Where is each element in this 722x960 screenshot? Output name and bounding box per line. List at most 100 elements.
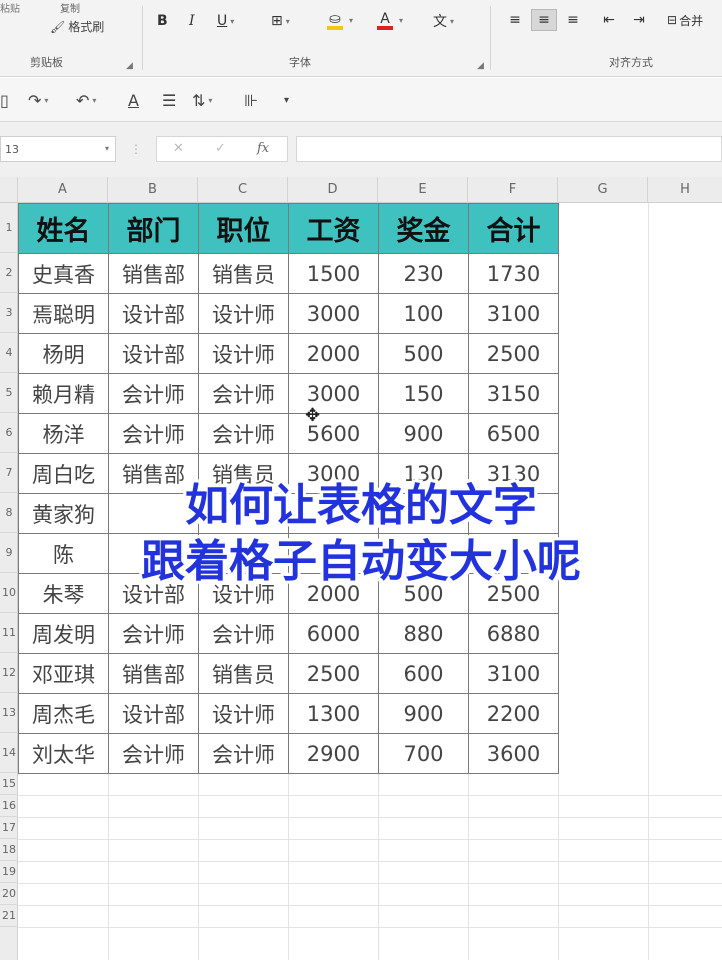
paste-button[interactable]: 粘贴 — [0, 0, 20, 15]
table-cell[interactable]: 2900 — [288, 733, 379, 774]
row-header[interactable]: 14 — [0, 733, 18, 773]
table-cell[interactable]: 100 — [378, 293, 469, 334]
table-cell[interactable]: 赖月精 — [18, 373, 109, 414]
table-cell[interactable] — [198, 533, 289, 574]
table-cell[interactable]: 900 — [378, 693, 469, 734]
table-cell[interactable]: 700 — [378, 733, 469, 774]
name-box[interactable]: 13 ▾ — [0, 136, 116, 162]
table-cell[interactable]: 2200 — [468, 693, 559, 734]
column-header-f[interactable]: F — [468, 177, 558, 203]
table-cell[interactable]: 130 — [378, 453, 469, 494]
pinyin-button[interactable]: 文 ▾ — [433, 10, 454, 32]
table-cell[interactable]: 3150 — [468, 373, 559, 414]
align-right-icon[interactable]: ≡ — [561, 9, 585, 31]
table-cell[interactable]: 邓亚琪 — [18, 653, 109, 694]
table-cell[interactable] — [288, 533, 379, 574]
table-cell[interactable]: 会计师 — [198, 733, 289, 774]
table-cell[interactable]: 6880 — [468, 613, 559, 654]
table-cell[interactable]: 会计师 — [198, 613, 289, 654]
table-cell[interactable]: 杨明 — [18, 333, 109, 374]
column-header-d[interactable]: D — [288, 177, 378, 203]
table-cell[interactable]: 6500 — [468, 413, 559, 454]
row-header[interactable]: 5 — [0, 373, 18, 413]
confirm-icon[interactable]: ✓ — [215, 141, 226, 156]
font-color-button[interactable]: A — [377, 10, 393, 32]
row-header[interactable]: 9 — [0, 533, 18, 573]
row-header[interactable]: 8 — [0, 493, 18, 533]
column-header-c[interactable]: C — [198, 177, 288, 203]
filter-icon[interactable]: ⊪ — [244, 88, 258, 112]
table-cell[interactable]: 1500 — [288, 253, 379, 294]
row-header[interactable]: 6 — [0, 413, 18, 453]
table-cell[interactable] — [378, 493, 469, 534]
table-cell[interactable] — [288, 493, 379, 534]
row-header[interactable]: 10 — [0, 573, 18, 613]
row-header[interactable]: 12 — [0, 653, 18, 693]
table-cell[interactable]: 会计师 — [198, 373, 289, 414]
cancel-icon[interactable]: ✕ — [173, 141, 184, 156]
table-cell[interactable]: 会计师 — [108, 373, 199, 414]
header-cell[interactable]: 工资 — [288, 203, 379, 254]
table-cell[interactable]: 焉聪明 — [18, 293, 109, 334]
italic-button[interactable]: I — [189, 10, 195, 32]
table-cell[interactable]: 3100 — [468, 653, 559, 694]
table-cell[interactable]: 设计部 — [108, 293, 199, 334]
row-header[interactable]: 21 — [0, 905, 18, 927]
table-cell[interactable]: 会计师 — [108, 733, 199, 774]
decrease-indent-icon[interactable]: ⇤ — [597, 9, 621, 31]
chevron-down-icon[interactable]: ▾ — [349, 16, 353, 25]
format-painter-button[interactable]: 🖌 格式刷 — [50, 18, 104, 35]
table-cell[interactable] — [378, 533, 469, 574]
clipboard-launcher-icon[interactable]: ◢ — [126, 61, 133, 71]
table-cell[interactable] — [108, 493, 199, 534]
table-cell[interactable]: 销售部 — [108, 253, 199, 294]
header-cell[interactable]: 职位 — [198, 203, 289, 254]
copy-button[interactable]: 复制 — [60, 0, 80, 15]
header-cell[interactable]: 合计 — [468, 203, 559, 254]
row-header[interactable]: 13 — [0, 693, 18, 733]
spreadsheet-grid[interactable]: A B C D E F G H 1 2 3 4 5 6 7 8 9 10 11 … — [0, 177, 722, 960]
font-size-increase-icon[interactable]: A — [128, 88, 139, 112]
increase-indent-icon[interactable]: ⇥ — [627, 9, 651, 31]
table-cell[interactable]: 2000 — [288, 573, 379, 614]
customize-toolbar-icon[interactable]: ▾ — [284, 88, 289, 112]
undo-button[interactable]: ↶ ▾ — [76, 88, 96, 112]
header-cell[interactable]: 部门 — [108, 203, 199, 254]
row-header[interactable]: 2 — [0, 253, 18, 293]
table-cell[interactable]: 1300 — [288, 693, 379, 734]
sort-button[interactable]: ⇅ ▾ — [192, 88, 212, 112]
row-header[interactable]: 4 — [0, 333, 18, 373]
table-cell[interactable]: 黄家狗 — [18, 493, 109, 534]
column-header-a[interactable]: A — [18, 177, 108, 203]
table-cell[interactable]: 设计师 — [198, 693, 289, 734]
table-cell[interactable]: 会计师 — [108, 413, 199, 454]
row-header[interactable]: 18 — [0, 839, 18, 861]
column-header-h[interactable]: H — [648, 177, 722, 203]
table-cell[interactable]: 销售员 — [198, 653, 289, 694]
table-cell[interactable]: 6000 — [288, 613, 379, 654]
table-cell[interactable]: 设计师 — [198, 573, 289, 614]
table-cell[interactable]: 1730 — [468, 253, 559, 294]
table-cell[interactable]: 周白吃 — [18, 453, 109, 494]
table-cell[interactable]: 3000 — [288, 453, 379, 494]
align-left-icon[interactable]: ≡ — [503, 9, 527, 31]
header-cell[interactable]: 奖金 — [378, 203, 469, 254]
column-header-b[interactable]: B — [108, 177, 198, 203]
table-cell[interactable]: 880 — [378, 613, 469, 654]
row-header[interactable]: 19 — [0, 861, 18, 883]
table-cell[interactable]: 会计师 — [108, 613, 199, 654]
table-cell[interactable] — [468, 493, 559, 534]
redo-button[interactable]: ↷ ▾ — [28, 88, 48, 112]
table-cell[interactable]: 3000 — [288, 373, 379, 414]
table-cell[interactable]: 3100 — [468, 293, 559, 334]
table-cell[interactable]: 900 — [378, 413, 469, 454]
table-cell[interactable]: 500 — [378, 333, 469, 374]
table-cell[interactable]: 230 — [378, 253, 469, 294]
font-launcher-icon[interactable]: ◢ — [477, 61, 484, 71]
row-header[interactable]: 7 — [0, 453, 18, 493]
table-cell[interactable]: 设计师 — [198, 333, 289, 374]
table-cell[interactable]: 2500 — [288, 653, 379, 694]
column-header-g[interactable]: G — [558, 177, 648, 203]
table-cell[interactable]: 销售部 — [108, 653, 199, 694]
table-cell[interactable]: 刘太华 — [18, 733, 109, 774]
